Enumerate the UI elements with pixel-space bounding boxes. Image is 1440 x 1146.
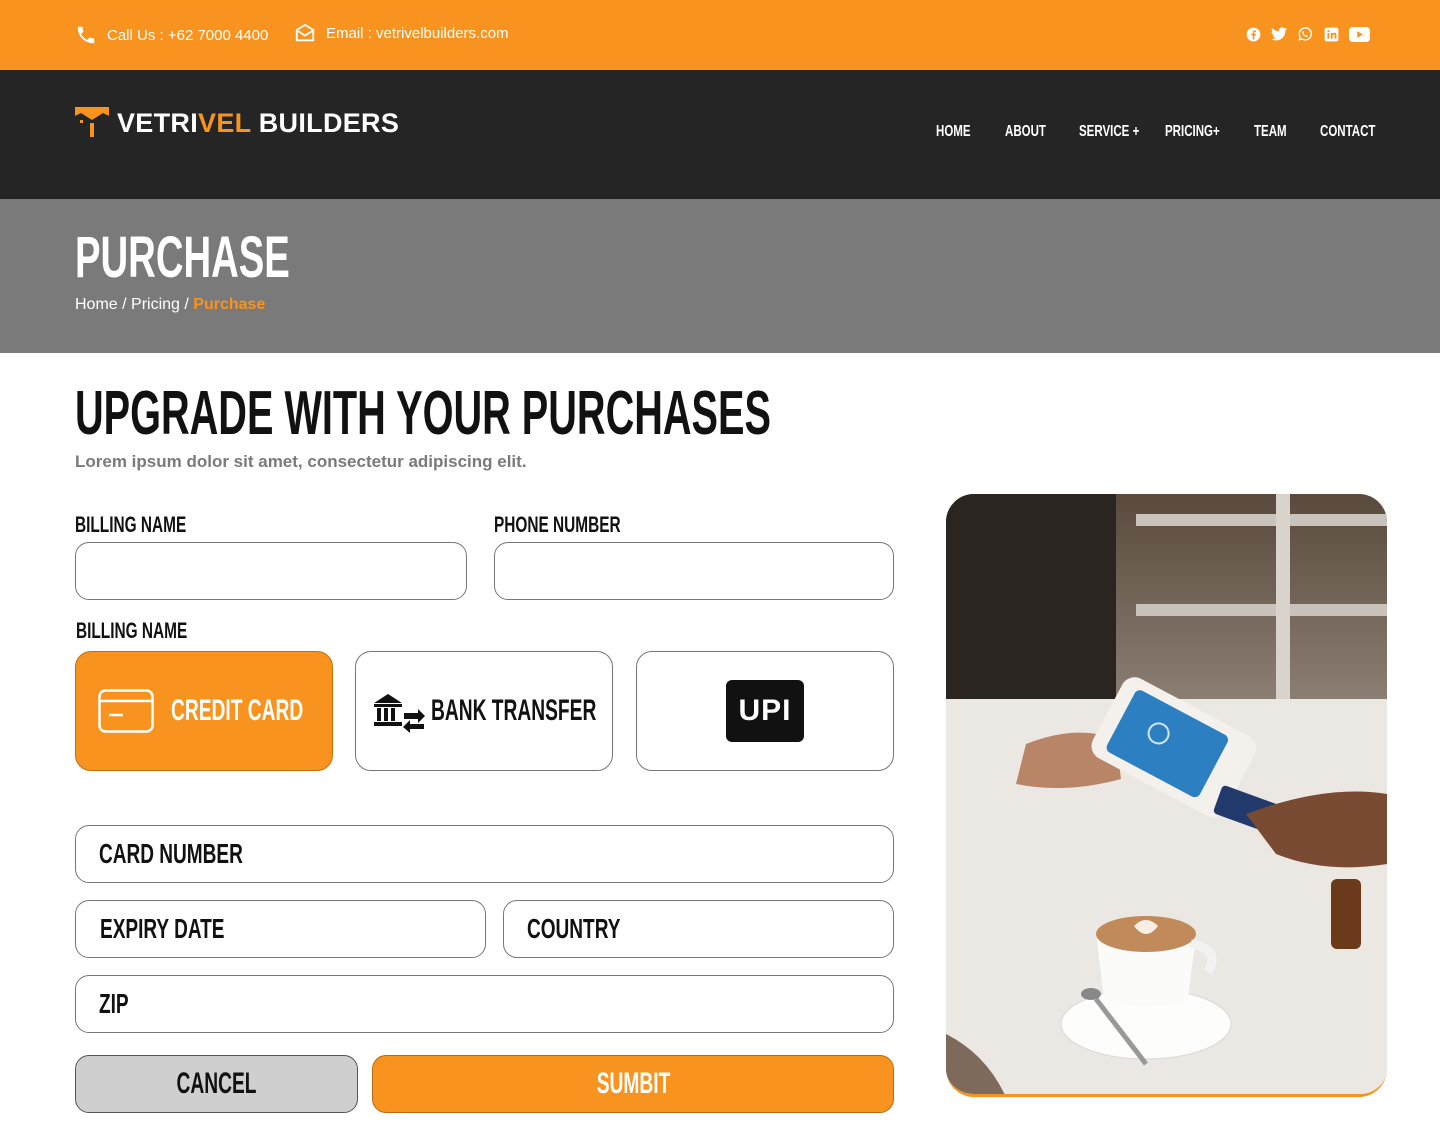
main-nav: HOME ABOUT SERVICE + PRICING+ TEAM CONTA… <box>0 123 1440 145</box>
twitter-icon[interactable] <box>1271 26 1287 42</box>
nav-contact[interactable]: CONTACT <box>1320 123 1375 141</box>
upi-label: UPI <box>738 694 792 727</box>
billing-name-label: BILLING NAME <box>75 512 187 537</box>
submit-button[interactable]: SUMBIT <box>372 1055 894 1113</box>
zip-input[interactable]: ZIP <box>75 975 894 1033</box>
bank-transfer-label: BANK TRANSFER <box>431 694 597 727</box>
breadcrumb-pricing[interactable]: Pricing <box>131 296 180 313</box>
page-banner: PURCHASE Home / Pricing / Purchase <box>0 199 1440 353</box>
site-header: VETRIVEL BUILDERS HOME ABOUT SERVICE + P… <box>0 70 1440 199</box>
card-number-input[interactable]: CARD NUMBER <box>75 825 894 883</box>
cancel-button-label: CANCEL <box>176 1067 257 1100</box>
country-placeholder: COUNTRY <box>527 913 621 944</box>
payment-option-bank-transfer[interactable]: BANK TRANSFER <box>355 651 613 771</box>
country-input[interactable]: COUNTRY <box>503 900 894 958</box>
payment-terminal-photo <box>946 494 1387 1097</box>
social-links <box>1245 26 1370 42</box>
card-number-placeholder: CARD NUMBER <box>99 838 243 869</box>
phone-contact[interactable]: Call Us : +62 7000 4400 <box>75 24 268 46</box>
section-title: UPGRADE WITH YOUR PURCHASES <box>75 379 771 448</box>
cancel-button[interactable]: CANCEL <box>75 1055 358 1113</box>
email-contact[interactable]: Email : vetrivelbuilders.com <box>294 22 509 44</box>
payment-method-label: BILLING NAME <box>76 618 188 643</box>
submit-button-label: SUMBIT <box>596 1067 670 1100</box>
nav-about[interactable]: ABOUT <box>1005 123 1046 141</box>
nav-service[interactable]: SERVICE + <box>1079 123 1139 141</box>
whatsapp-icon[interactable] <box>1297 26 1313 42</box>
credit-card-label: CREDIT CARD <box>171 694 304 727</box>
page-title: PURCHASE <box>75 225 290 290</box>
breadcrumb: Home / Pricing / Purchase <box>75 296 265 314</box>
facebook-icon[interactable] <box>1245 26 1261 42</box>
envelope-open-icon <box>295 23 315 42</box>
youtube-icon[interactable] <box>1349 26 1370 42</box>
email-text: Email : vetrivelbuilders.com <box>326 24 509 42</box>
breadcrumb-current: Purchase <box>193 296 266 313</box>
expiry-date-placeholder: EXPIRY DATE <box>100 913 225 944</box>
zip-placeholder: ZIP <box>99 988 129 1019</box>
breadcrumb-separator: / <box>179 296 194 313</box>
breadcrumb-home[interactable]: Home <box>75 296 118 313</box>
billing-name-input[interactable] <box>75 542 467 600</box>
nav-pricing[interactable]: PRICING+ <box>1165 123 1220 141</box>
phone-text: Call Us : +62 7000 4400 <box>107 26 269 44</box>
linkedin-icon[interactable] <box>1323 26 1339 42</box>
payment-option-credit-card[interactable]: CREDIT CARD <box>75 651 333 771</box>
phone-number-input[interactable] <box>494 542 894 600</box>
top-bar: Call Us : +62 7000 4400 Email : vetrivel… <box>0 0 1440 70</box>
breadcrumb-separator: / <box>117 296 132 313</box>
expiry-date-input[interactable]: EXPIRY DATE <box>75 900 486 958</box>
upi-logo: UPI <box>726 680 804 742</box>
phone-icon <box>77 26 95 44</box>
payment-option-upi[interactable]: UPI <box>636 651 894 771</box>
nav-home[interactable]: HOME <box>936 123 971 141</box>
payment-photo-illustration <box>946 494 1387 1094</box>
nav-team[interactable]: TEAM <box>1254 123 1287 141</box>
phone-number-label: PHONE NUMBER <box>494 512 621 537</box>
bank-transfer-icon <box>374 694 425 733</box>
section-subtitle: Lorem ipsum dolor sit amet, consectetur … <box>75 452 527 471</box>
credit-card-icon <box>98 689 154 733</box>
